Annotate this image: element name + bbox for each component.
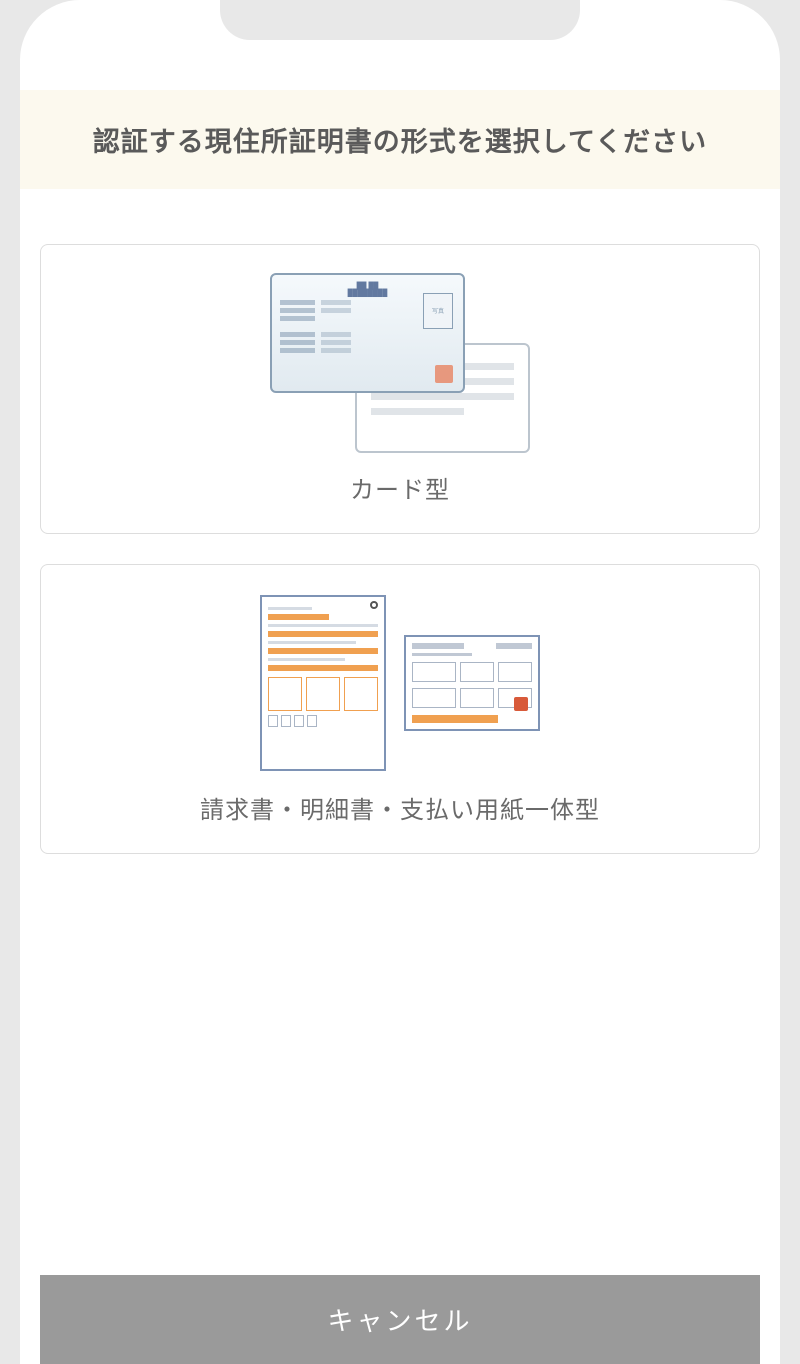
bill-document-icon [260, 593, 540, 773]
page-title: 認証する現住所証明書の形式を選択してください [40, 120, 760, 159]
option-bill-type[interactable]: 請求書・明細書・支払い用紙一体型 [40, 564, 760, 854]
cancel-button[interactable]: キャンセル [40, 1275, 760, 1364]
option-illustration: ██ ██ ████████ 写真 [61, 265, 739, 460]
footer: キャンセル [20, 1275, 780, 1364]
id-card-icon: ██ ██ ████████ 写真 [270, 273, 530, 453]
main-content: 認証する現住所証明書の形式を選択してください ██ ██ ████████ [20, 40, 780, 854]
option-label: カード型 [61, 470, 739, 505]
header: 認証する現住所証明書の形式を選択してください [20, 90, 780, 189]
phone-screen: 認証する現住所証明書の形式を選択してください ██ ██ ████████ [20, 0, 780, 1364]
phone-notch [220, 0, 580, 40]
option-illustration [61, 585, 739, 780]
option-card-type[interactable]: ██ ██ ████████ 写真 [40, 244, 760, 534]
option-label: 請求書・明細書・支払い用紙一体型 [61, 790, 739, 825]
options-list: ██ ██ ████████ 写真 [20, 244, 780, 854]
phone-frame: 認証する現住所証明書の形式を選択してください ██ ██ ████████ [0, 0, 800, 1364]
